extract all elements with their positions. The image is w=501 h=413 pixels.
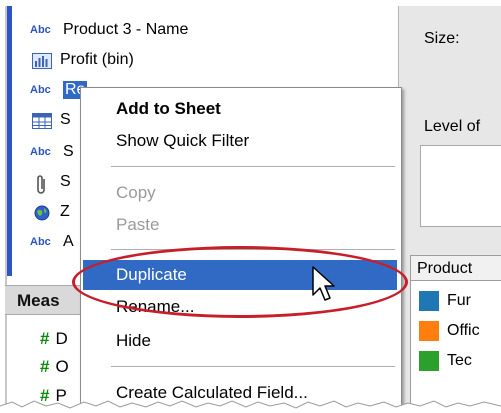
dimension-item-s-table[interactable]: S xyxy=(30,108,71,132)
dimension-item-s-abc[interactable]: Abc S xyxy=(30,140,74,164)
legend-label: Fur xyxy=(447,292,471,309)
measure-item[interactable]: # D xyxy=(40,327,68,351)
legend-swatch xyxy=(419,321,439,341)
menu-item-show-quick-filter[interactable]: Show Quick Filter xyxy=(83,126,397,156)
dimension-label: A xyxy=(63,233,74,250)
legend-item-technology[interactable]: Tec xyxy=(419,349,472,373)
dimension-item-s-paperclip[interactable]: S xyxy=(30,170,71,194)
context-menu: Add to Sheet Show Quick Filter Copy Past… xyxy=(80,87,402,413)
dimension-item-a-abc[interactable]: Abc A xyxy=(30,230,74,254)
globe-icon xyxy=(34,205,50,221)
level-of-detail-label: Level of xyxy=(424,118,481,135)
dimension-label: Profit (bin) xyxy=(60,51,134,68)
dimensions-selection-edge xyxy=(7,6,12,276)
menu-item-duplicate[interactable]: Duplicate xyxy=(83,260,397,290)
legend-item-office[interactable]: Offic xyxy=(419,319,480,343)
paperclip-icon xyxy=(36,175,50,194)
legend-header[interactable]: Product xyxy=(410,255,501,281)
dimension-item-z-globe[interactable]: Z xyxy=(30,200,70,224)
legend-label: Offic xyxy=(447,322,480,339)
abc-icon: Abc xyxy=(30,24,51,36)
menu-item-paste: Paste xyxy=(116,215,160,234)
menu-item-copy: Copy xyxy=(116,183,156,202)
size-label: Size: xyxy=(424,30,460,47)
menu-item-rename[interactable]: Rename... xyxy=(83,292,397,322)
dimension-item-profit-bin[interactable]: Profit (bin) xyxy=(30,48,134,72)
menu-item-hide[interactable]: Hide xyxy=(83,326,397,356)
abc-icon: Abc xyxy=(30,146,51,158)
screenshot-frame: Abc Product 3 - Name Profit (bin) Abc Re xyxy=(0,0,501,413)
menu-item-add-to-sheet[interactable]: Add to Sheet xyxy=(83,94,397,124)
dimension-label: S xyxy=(63,143,74,160)
menu-separator xyxy=(111,166,395,168)
hash-icon: # xyxy=(40,329,50,348)
dimension-item-product-3-name[interactable]: Abc Product 3 - Name xyxy=(30,18,188,42)
dimension-label: Z xyxy=(60,203,70,220)
abc-icon: Abc xyxy=(30,84,51,96)
dimension-label: S xyxy=(60,173,71,190)
mouse-pointer-icon xyxy=(312,266,335,301)
legend-swatch xyxy=(419,351,439,371)
measure-item[interactable]: # O xyxy=(40,355,69,379)
menu-separator xyxy=(111,366,395,368)
menu-separator xyxy=(111,249,395,251)
legend-swatch xyxy=(419,291,439,311)
color-legend: Fur Offic Tec xyxy=(410,281,501,406)
level-of-detail-shelf[interactable] xyxy=(420,145,501,227)
hash-icon: # xyxy=(40,357,50,376)
abc-icon: Abc xyxy=(30,236,51,248)
torn-edge xyxy=(0,400,501,413)
dimension-label: S xyxy=(60,111,71,128)
dimension-label: Product 3 - Name xyxy=(63,21,189,38)
legend-label: Tec xyxy=(447,352,472,369)
legend-item-furniture[interactable]: Fur xyxy=(419,289,471,313)
table-icon xyxy=(32,113,52,129)
dimension-item-region[interactable]: Abc Re xyxy=(30,78,88,102)
measure-label: D xyxy=(55,329,68,348)
measure-label: O xyxy=(55,357,69,376)
bin-icon xyxy=(32,53,52,69)
